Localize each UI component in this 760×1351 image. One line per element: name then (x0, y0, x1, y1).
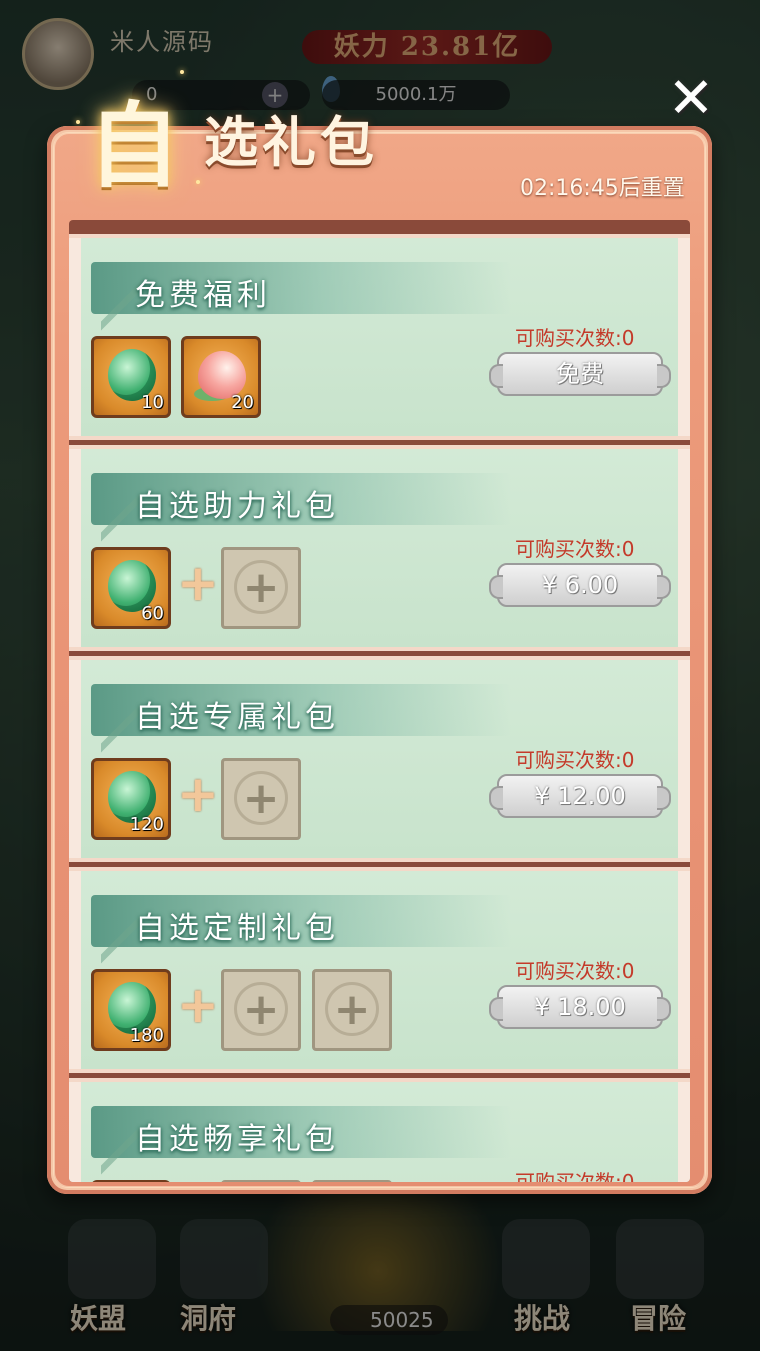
purchase-limit: 可购买次数:0 (515, 326, 635, 350)
buy-button[interactable]: ¥ 18.00 (489, 985, 671, 1029)
choose-item-slot[interactable]: + (221, 758, 301, 840)
item-quantity: 10 (141, 392, 164, 413)
card-title: 自选专属礼包 (135, 700, 339, 735)
claim-free-button[interactable]: 免费 (489, 352, 671, 396)
sparkle (180, 70, 184, 74)
purchase-limit: 可购买次数:0 (515, 959, 635, 983)
reward-item[interactable] (91, 1180, 171, 1182)
item-quantity: 120 (129, 814, 164, 835)
reward-item[interactable]: 120 (91, 758, 171, 840)
choose-item-slot[interactable]: + (312, 969, 392, 1051)
pack-card-exclusive: 自选专属礼包 120 + + 可购买次数:0 ¥ 12.00 (69, 656, 690, 862)
item-quantity: 20 (231, 392, 254, 413)
choose-item-slot[interactable]: + (221, 969, 301, 1051)
plus-icon: + (177, 976, 219, 1034)
reward-item[interactable]: 60 (91, 547, 171, 629)
add-icon: + (242, 773, 280, 824)
reset-timer: 02:16:45后重置 (520, 176, 685, 201)
choose-item-slot[interactable]: + (221, 547, 301, 629)
reward-item[interactable]: 10 (91, 336, 171, 418)
add-icon: + (242, 984, 280, 1035)
pack-list[interactable]: 免费福利 10 20 可购买次数:0 免费 自选助力礼包 60 + + 可购买次… (69, 220, 690, 1182)
sparkle (76, 120, 80, 124)
choose-item-slot[interactable] (312, 1180, 392, 1182)
plus-icon: + (177, 765, 219, 823)
reward-item[interactable]: 180 (91, 969, 171, 1051)
close-button[interactable]: ✕ (662, 70, 720, 128)
card-title: 自选畅享礼包 (135, 1122, 339, 1157)
pack-card-assist: 自选助力礼包 60 + + 可购买次数:0 ¥ 6.00 (69, 445, 690, 651)
item-quantity: 180 (129, 1025, 164, 1046)
plus-icon: + (177, 554, 219, 612)
card-title: 自选助力礼包 (135, 489, 339, 524)
popup-title-main: 自 (88, 92, 181, 200)
buy-button[interactable]: ¥ 12.00 (489, 774, 671, 818)
pack-card-enjoy: 自选畅享礼包 可购买次数:0 (69, 1078, 690, 1182)
choose-item-slot[interactable] (221, 1180, 301, 1182)
add-icon: + (333, 984, 371, 1035)
item-quantity: 60 (141, 603, 164, 624)
purchase-limit: 可购买次数:0 (515, 1170, 635, 1182)
card-title: 免费福利 (135, 278, 271, 313)
pack-card-custom: 自选定制礼包 180 + + + 可购买次数:0 ¥ 18.00 (69, 867, 690, 1073)
purchase-limit: 可购买次数:0 (515, 748, 635, 772)
purchase-limit: 可购买次数:0 (515, 537, 635, 561)
sparkle (196, 180, 200, 184)
card-title: 自选定制礼包 (135, 911, 339, 946)
pack-card-free: 免费福利 10 20 可购买次数:0 免费 (69, 234, 690, 440)
add-icon: + (242, 562, 280, 613)
reward-item[interactable]: 20 (181, 336, 261, 418)
popup-title: 选礼包 (204, 110, 378, 174)
buy-button[interactable]: ¥ 6.00 (489, 563, 671, 607)
